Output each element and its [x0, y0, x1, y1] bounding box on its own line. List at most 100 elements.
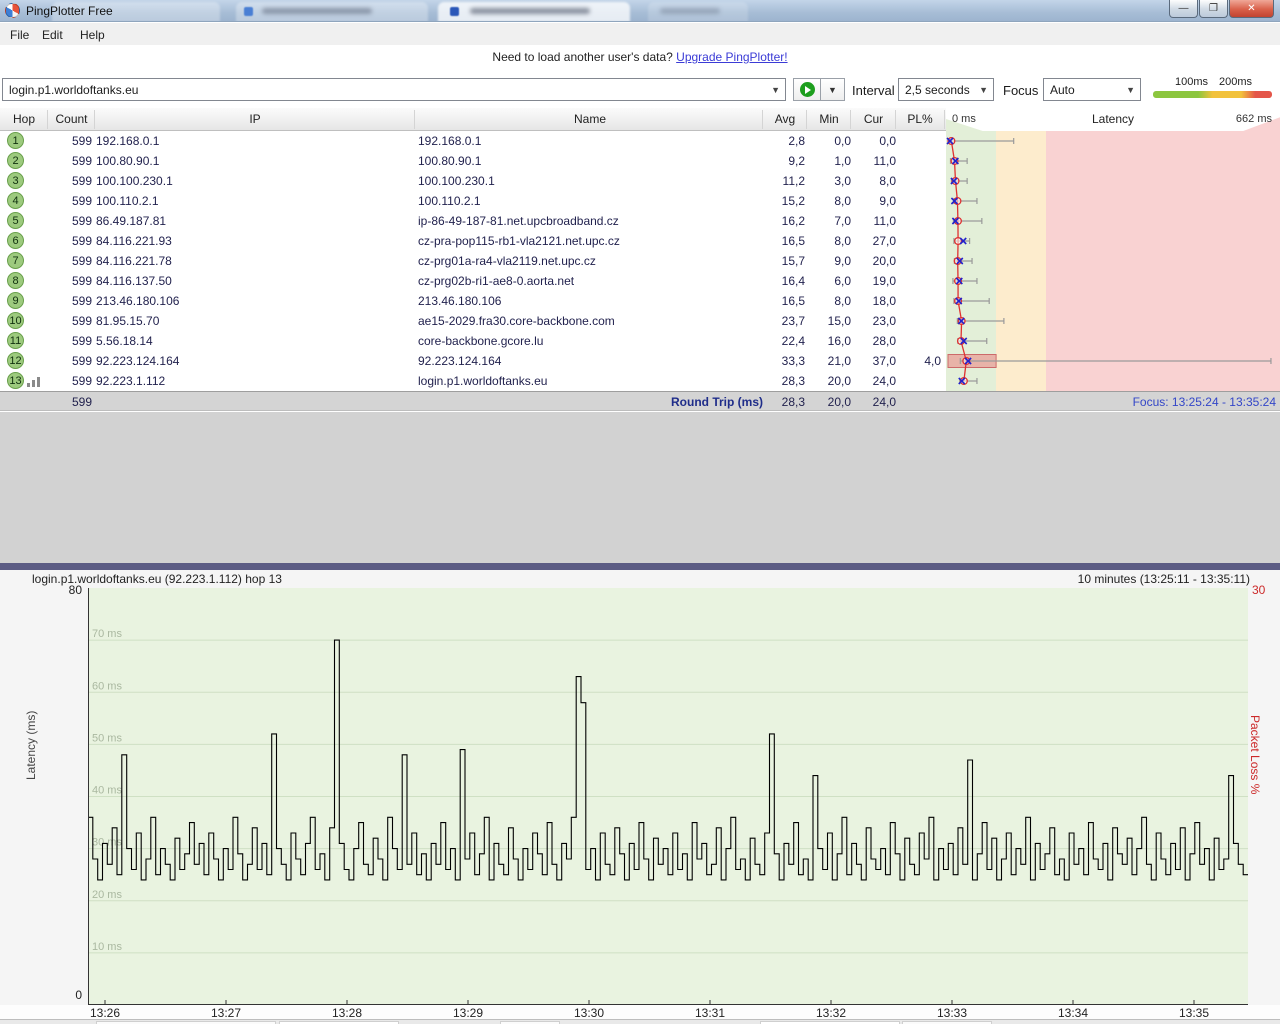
avg-cell: 16,5 [757, 234, 805, 248]
header-latency[interactable]: Latency [946, 112, 1280, 126]
window-title: PingPlotter Free [26, 4, 113, 18]
svg-text:50 ms: 50 ms [92, 732, 122, 744]
cur-cell: 8,0 [849, 174, 896, 188]
x-tick-13:28: 13:28 [317, 1006, 377, 1020]
svg-text:70 ms: 70 ms [92, 628, 122, 640]
upgrade-notice: Need to load another user's data? Upgrad… [0, 45, 1280, 70]
min-cell: 9,0 [805, 254, 851, 268]
maximize-button[interactable]: ❐ [1199, 0, 1228, 18]
hop-number-badge: 3 [7, 172, 24, 189]
chevron-down-icon[interactable]: ▼ [1126, 85, 1135, 95]
focus-combobox[interactable]: Auto ▼ [1043, 78, 1141, 101]
cur-cell: 11,0 [849, 214, 896, 228]
interval-label: Interval [852, 83, 895, 98]
header-ip[interactable]: IP [95, 112, 415, 126]
count-cell: 599 [48, 174, 92, 188]
avg-cell: 16,5 [757, 294, 805, 308]
min-cell: 8,0 [805, 294, 851, 308]
svg-text:20 ms: 20 ms [92, 889, 122, 901]
packet-loss-axis-max: 30 [1252, 583, 1265, 597]
menu-edit[interactable]: Edit [36, 26, 69, 44]
avg-cell: 15,2 [757, 194, 805, 208]
round-trip-cur: 24,0 [849, 395, 896, 409]
ip-cell: 81.95.15.70 [96, 314, 159, 328]
ip-cell: 5.56.18.14 [96, 334, 153, 348]
header-pl[interactable]: PL% [896, 112, 944, 126]
upgrade-notice-text: Need to load another user's data? [492, 50, 672, 64]
x-tick-13:26: 13:26 [75, 1006, 135, 1020]
round-trip-label: Round Trip (ms) [560, 395, 763, 409]
graphed-hop-icon [27, 377, 40, 387]
count-cell: 599 [48, 134, 92, 148]
start-trace-button[interactable] [793, 78, 820, 101]
hop-number-badge: 1 [7, 132, 24, 149]
avg-cell: 28,3 [757, 374, 805, 388]
menu-file[interactable]: File [4, 26, 35, 44]
panel-splitter[interactable] [0, 563, 1280, 570]
round-trip-row[interactable]: 599 Round Trip (ms) 28,3 20,0 24,0 Focus… [0, 391, 1280, 411]
avg-cell: 9,2 [757, 154, 805, 168]
avg-cell: 23,7 [757, 314, 805, 328]
svg-text:10 ms: 10 ms [92, 941, 122, 953]
name-cell: cz-prg01a-ra4-vla2119.net.upc.cz [418, 254, 596, 268]
trace-options-dropdown-button[interactable]: ▼ [820, 78, 845, 101]
round-trip-avg: 28,3 [757, 395, 805, 409]
focus-value: Auto [1050, 83, 1075, 97]
right-axis-margin [1248, 588, 1280, 1005]
title-bar[interactable]: PingPlotter Free — ❐ ✕ [0, 0, 1280, 22]
count-cell: 599 [48, 354, 92, 368]
interval-value: 2,5 seconds [905, 83, 970, 97]
target-address-combobox[interactable]: login.p1.worldoftanks.eu ▼ [2, 78, 786, 101]
toolbar: login.p1.worldoftanks.eu ▼ ▼ Interval 2,… [0, 70, 1280, 108]
count-cell: 599 [48, 154, 92, 168]
tab-favicon [244, 7, 253, 16]
header-hop[interactable]: Hop [0, 112, 48, 126]
name-cell: cz-prg02b-ri1-ae8-0.aorta.net [418, 274, 574, 288]
name-cell: 213.46.180.106 [418, 294, 501, 308]
header-name[interactable]: Name [415, 112, 765, 126]
interval-combobox[interactable]: 2,5 seconds ▼ [898, 78, 994, 101]
hop-number-badge: 11 [7, 332, 24, 349]
name-cell: 100.100.230.1 [418, 174, 495, 188]
avg-cell: 16,4 [757, 274, 805, 288]
chevron-down-icon[interactable]: ▼ [771, 85, 780, 95]
min-cell: 16,0 [805, 334, 851, 348]
ip-cell: 92.223.1.112 [96, 374, 165, 388]
y-axis-margin [0, 588, 88, 1005]
target-address-value: login.p1.worldoftanks.eu [9, 83, 138, 97]
pingplotter-app-icon [5, 3, 20, 18]
hop-number-badge: 4 [7, 192, 24, 209]
min-cell: 8,0 [805, 194, 851, 208]
packet-loss-cell: 4,0 [894, 354, 941, 368]
cur-cell: 20,0 [849, 254, 896, 268]
min-cell: 8,0 [805, 234, 851, 248]
upgrade-pingplotter-link[interactable]: Upgrade PingPlotter! [676, 50, 787, 64]
x-tick-13:30: 13:30 [559, 1006, 619, 1020]
header-avg[interactable]: Avg [763, 112, 807, 126]
x-tick-13:33: 13:33 [922, 1006, 982, 1020]
min-cell: 20,0 [805, 374, 851, 388]
header-cur[interactable]: Cur [851, 112, 896, 126]
close-button[interactable]: ✕ [1229, 0, 1274, 18]
latency-timeline-chart[interactable]: 70 ms60 ms50 ms40 ms30 ms20 ms10 ms [88, 588, 1248, 1005]
header-min[interactable]: Min [807, 112, 851, 126]
name-cell: 92.223.124.164 [418, 354, 501, 368]
ip-cell: 84.116.221.78 [96, 254, 172, 268]
name-cell: ip-86-49-187-81.net.upcbroadband.cz [418, 214, 619, 228]
name-cell: ae15-2029.fra30.core-backbone.com [418, 314, 615, 328]
cur-cell: 18,0 [849, 294, 896, 308]
cur-cell: 19,0 [849, 274, 896, 288]
count-cell: 599 [48, 314, 92, 328]
hop-number-badge: 2 [7, 152, 24, 169]
blurred-tab-text [470, 8, 590, 14]
chevron-down-icon[interactable]: ▼ [979, 85, 988, 95]
latency-distribution-plot [946, 131, 1280, 391]
count-cell: 599 [48, 194, 92, 208]
header-count[interactable]: Count [48, 112, 95, 126]
cur-cell: 23,0 [849, 314, 896, 328]
latency-scale-header: 0 ms Latency 662 ms [946, 108, 1280, 131]
minimize-button[interactable]: — [1169, 0, 1198, 18]
menu-help[interactable]: Help [74, 26, 111, 44]
avg-cell: 15,7 [757, 254, 805, 268]
tab-favicon [450, 7, 459, 16]
